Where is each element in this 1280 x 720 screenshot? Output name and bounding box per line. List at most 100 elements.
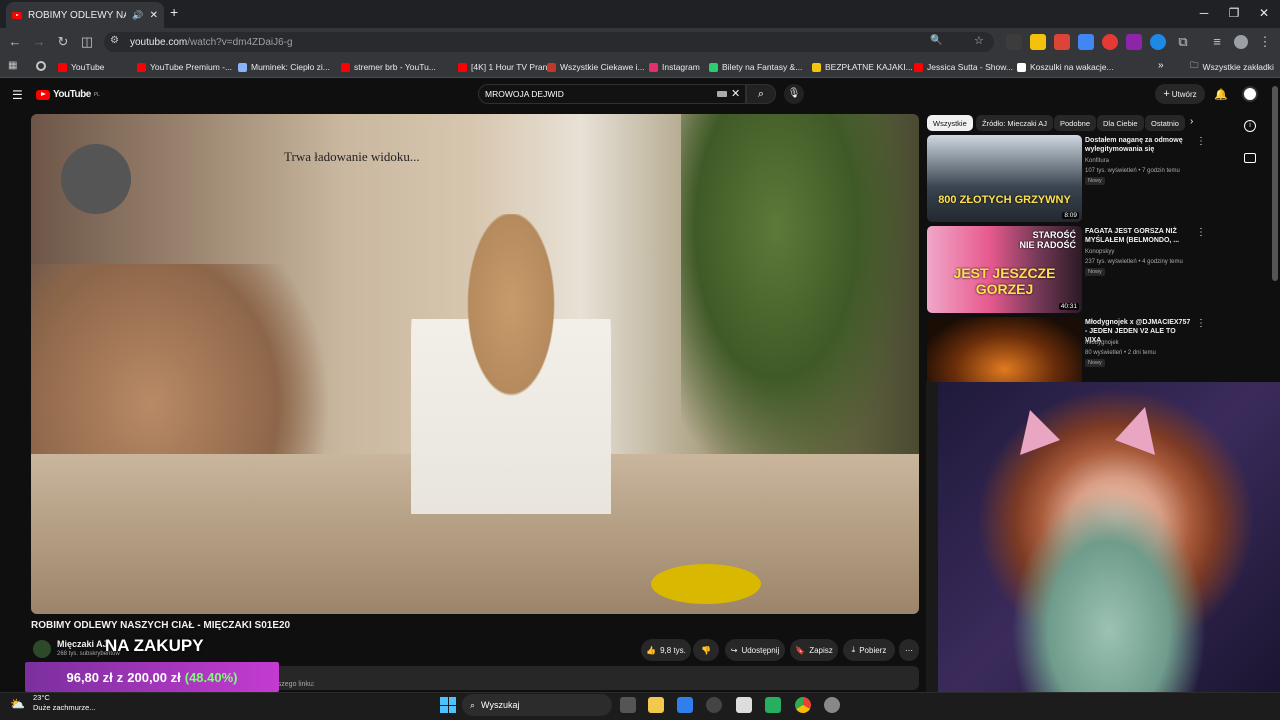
extensions-puzzle-icon[interactable]: ⧉ — [1174, 33, 1192, 51]
weather-widget[interactable]: 23°C Duże zachmurze... — [33, 693, 96, 713]
filter-chip[interactable]: Wszystkie — [927, 115, 973, 131]
chips-next-icon[interactable]: › — [1190, 116, 1193, 127]
menu-dots-icon[interactable]: ⋮ — [1256, 33, 1274, 51]
rec-channel[interactable]: Konfitura — [1085, 157, 1109, 166]
loading-text: Trwa ładowanie widoku... — [284, 149, 420, 164]
chrome-taskbar-icon[interactable] — [795, 697, 811, 713]
save-button[interactable]: 🔖 Zapisz — [790, 639, 838, 661]
keyboard-icon[interactable] — [717, 91, 727, 97]
taskbar-search-input[interactable]: ⌕ Wyszukaj — [462, 694, 612, 716]
file-explorer-icon[interactable] — [648, 697, 664, 713]
notifications-bell-icon[interactable]: 🔔 — [1214, 88, 1228, 101]
bookmark-favicon-icon — [812, 62, 821, 72]
extension-icon[interactable] — [1102, 34, 1118, 50]
dislike-button[interactable]: 👎 — [693, 639, 719, 661]
search-button[interactable]: ⌕ — [746, 84, 776, 104]
rec-menu-icon[interactable]: ⋮ — [1196, 318, 1206, 329]
maximize-button[interactable]: ❐ — [1224, 4, 1244, 22]
rec-title[interactable]: FAGATA JEST GORSZA NIŻ MYŚLAŁEM (BELMOND… — [1085, 227, 1193, 245]
folder-icon: 🗀 — [1190, 60, 1199, 70]
address-bar[interactable]: youtube.com/watch?v=dm4ZDaiJ6-g — [104, 32, 994, 52]
notepad-icon[interactable] — [736, 697, 752, 713]
store-icon[interactable] — [677, 697, 693, 713]
weather-cloud-icon: ⛅ — [10, 697, 25, 711]
search-input[interactable]: MROWOJA DEJWID — [478, 84, 746, 104]
tab-close-icon[interactable]: ✕ — [150, 10, 158, 21]
close-window-button[interactable]: ✕ — [1254, 4, 1274, 22]
bookmark-item[interactable]: stremer brb - YouTu... — [341, 60, 436, 74]
bookmark-item[interactable]: Instagram — [649, 60, 700, 74]
spreadsheet-icon[interactable] — [765, 697, 781, 713]
extension-icon[interactable] — [1030, 34, 1046, 50]
filter-chip[interactable]: Ostatnio — [1145, 115, 1185, 131]
more-actions-button[interactable]: ⋯ — [899, 639, 919, 661]
rec-thumbnail[interactable]: 800 ZŁOTYCH GRZYWNY 8:09 — [927, 135, 1082, 222]
bookmark-item[interactable]: Jessica Sutta - Show... — [914, 60, 1013, 74]
rec-menu-icon[interactable]: ⋮ — [1196, 227, 1206, 238]
speaker-icon[interactable]: 🔊 — [132, 10, 143, 21]
bookmark-item[interactable]: Koszulki na wakacje... — [1017, 60, 1114, 74]
apps-grid-icon[interactable]: ▦ — [8, 60, 17, 71]
extension-icon[interactable] — [1078, 34, 1094, 50]
filter-chip[interactable]: Podobne — [1054, 115, 1097, 131]
microphone-icon[interactable]: 🎙 — [784, 84, 804, 104]
bookmark-item[interactable]: BEZPŁATNE KAJAKI... — [812, 60, 913, 74]
filter-chip[interactable]: Dla Ciebie — [1097, 115, 1144, 131]
youtube-logo[interactable]: YouTube PL — [36, 89, 100, 100]
extension-icon[interactable] — [1006, 34, 1022, 50]
rec-thumbnail[interactable]: JEST JESZCZE GORZEJ STAROŚĆ NIE RADOŚĆ 40:… — [927, 226, 1082, 313]
rec-title[interactable]: Dostałem naganę za odmowę wylegitymowani… — [1085, 136, 1193, 154]
weather-temp: 23°C — [33, 693, 50, 702]
channel-avatar[interactable] — [33, 640, 51, 658]
chat-icon[interactable] — [1244, 153, 1256, 163]
donation-goal-overlay: 96,80 zł z 200,00 zł (48.40%) — [25, 662, 279, 692]
bookmark-item[interactable]: [4K] 1 Hour TV Pran... — [458, 60, 554, 74]
rec-channel[interactable]: Konopskyy — [1085, 248, 1114, 257]
filter-chip[interactable]: Źródło: Mieczaki AJ — [976, 115, 1054, 131]
bookmark-item[interactable]: Muminek: Ciepło zi... — [238, 60, 330, 74]
extension-icon[interactable] — [1150, 34, 1166, 50]
side-panel-icon[interactable]: ◫ — [78, 33, 96, 51]
rec-menu-icon[interactable]: ⋮ — [1196, 136, 1206, 147]
chrome-icon[interactable] — [36, 61, 46, 71]
bookmark-item[interactable]: YouTube Premium -... — [137, 60, 232, 74]
new-tab-button[interactable]: + — [170, 4, 178, 20]
account-avatar[interactable] — [1242, 86, 1258, 102]
all-bookmarks-folder[interactable]: 🗀 Wszystkie zakładki — [1190, 60, 1274, 74]
like-button[interactable]: 👍 9,8 tys. — [641, 639, 691, 661]
clear-search-icon[interactable]: ✕ — [731, 87, 740, 100]
page-scrollbar[interactable] — [1272, 86, 1278, 281]
task-view-icon[interactable] — [620, 697, 636, 713]
share-button[interactable]: ↪ Udostępnij — [725, 639, 785, 661]
bookmark-star-icon[interactable]: ☆ — [974, 34, 984, 47]
site-info-icon[interactable]: ⚙ — [110, 35, 119, 46]
browser-tab[interactable]: ROBIMY ODLEWY NASZYCH CIAŁ - MIĘCZAKI 🔊 … — [6, 2, 164, 28]
taskbar-search-label: Wyszukaj — [481, 700, 520, 710]
info-icon[interactable]: i — [1244, 120, 1256, 132]
hamburger-menu-icon[interactable]: ☰ — [12, 88, 23, 102]
more-bookmarks-icon[interactable]: » — [1158, 60, 1164, 71]
bookmark-item[interactable]: Wszystkie Ciekawe i... — [547, 60, 645, 74]
bookmark-item[interactable]: Bilety na Fantasy &... — [709, 60, 802, 74]
search-value: MROWOJA DEJWID — [485, 89, 564, 99]
extension-icon[interactable] — [1054, 34, 1070, 50]
forward-icon[interactable]: → — [30, 33, 48, 51]
bookmark-item[interactable]: YouTube — [58, 60, 104, 74]
app-icon[interactable] — [706, 697, 722, 713]
minimize-button[interactable]: ─ — [1194, 4, 1214, 22]
extension-icon[interactable] — [1126, 34, 1142, 50]
back-icon[interactable]: ← — [6, 33, 24, 51]
donation-percent: (48.40%) — [184, 669, 238, 685]
create-button[interactable]: + Utwórz — [1155, 84, 1205, 104]
rec-channel[interactable]: Młodygnojek — [1085, 339, 1119, 348]
bookmark-favicon-icon — [58, 62, 67, 72]
settings-gear-icon[interactable] — [824, 697, 840, 713]
video-player[interactable]: Trwa ładowanie widoku... — [31, 114, 919, 614]
download-button[interactable]: ⤓ Pobierz — [843, 639, 895, 661]
profile-avatar[interactable] — [1234, 35, 1248, 49]
windows-start-icon[interactable] — [440, 697, 456, 713]
reload-icon[interactable]: ↻ — [54, 33, 72, 51]
zoom-icon[interactable]: 🔍 — [930, 35, 942, 46]
channel-name[interactable]: Mięczaki AJ — [57, 639, 108, 649]
tab-search-icon[interactable]: ≡ — [1208, 33, 1226, 51]
